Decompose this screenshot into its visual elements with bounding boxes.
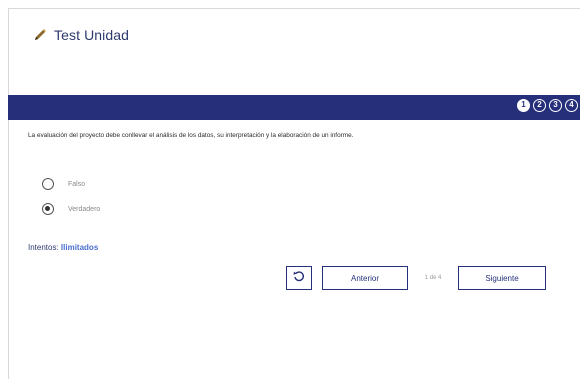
step-1[interactable]: 1 bbox=[517, 99, 530, 112]
option-falso[interactable]: Falso bbox=[42, 178, 85, 190]
attempts-info: Intentos: Ilimitados bbox=[28, 243, 98, 252]
navigation-controls: Anterior 1 de 4 Siguiente bbox=[286, 265, 546, 291]
step-2[interactable]: 2 bbox=[533, 99, 546, 112]
page-header: Test Unidad bbox=[32, 24, 129, 46]
attempts-value: Ilimitados bbox=[60, 243, 99, 252]
pencil-icon bbox=[32, 27, 48, 43]
step-4[interactable]: 4 bbox=[565, 99, 578, 112]
step-indicators: 1 2 3 4 bbox=[517, 99, 578, 112]
page-counter: 1 de 4 bbox=[424, 275, 442, 281]
step-3[interactable]: 3 bbox=[549, 99, 562, 112]
reset-icon bbox=[292, 269, 306, 288]
radio-falso[interactable] bbox=[42, 178, 54, 190]
question-text: La evaluación del proyecto debe conlleva… bbox=[28, 132, 354, 139]
progress-bar: 1 2 3 4 bbox=[8, 95, 580, 120]
previous-button[interactable]: Anterior bbox=[322, 266, 408, 290]
option-label: Falso bbox=[68, 180, 86, 188]
page-title: Test Unidad bbox=[54, 27, 130, 43]
attempts-label: Intentos: bbox=[28, 243, 59, 252]
option-verdadero[interactable]: Verdadero bbox=[42, 203, 100, 215]
reset-button[interactable] bbox=[286, 266, 312, 290]
next-button[interactable]: Siguiente bbox=[458, 266, 546, 290]
radio-verdadero[interactable] bbox=[42, 203, 54, 215]
content-frame bbox=[8, 8, 580, 379]
option-label: Verdadero bbox=[68, 205, 101, 213]
